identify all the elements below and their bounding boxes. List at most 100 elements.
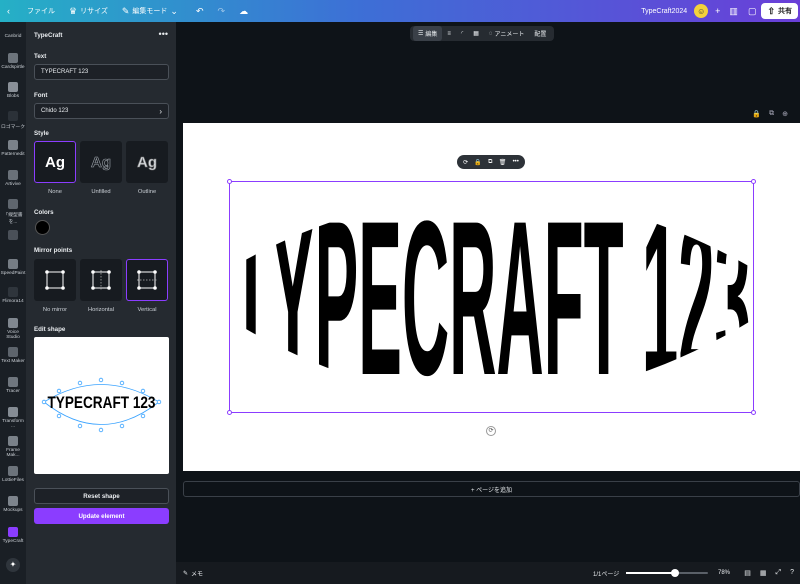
rail-item-text-maker[interactable]: Text Maker	[0, 347, 26, 364]
font-label: Font	[34, 92, 48, 99]
grid-view-icon[interactable]: ▤	[744, 569, 751, 577]
add-collaborator-button[interactable]: +	[711, 0, 724, 22]
style-none-caption: None	[48, 189, 62, 195]
canvas-workspace: ☰ 編集 ≡ ◜ ▦ ◌ アニメート 配置 🔒 ⧉ ⊕ ⟳ 🔒 ⧉ 🗑 ••• TY…	[176, 22, 800, 584]
resize-handle-bl[interactable]	[227, 410, 232, 415]
insights-button[interactable]: ▥	[724, 0, 743, 22]
color-swatch[interactable]	[35, 220, 50, 235]
cloud-save-status[interactable]: ☁	[232, 0, 255, 22]
mirror-vertical-card[interactable]	[126, 259, 168, 301]
resize-menu[interactable]: ♛ リサイズ	[62, 0, 115, 22]
rail-item-logomark[interactable]: ロゴマーク	[0, 111, 26, 130]
edit-shape-preview[interactable]: TYPECRAFT 123	[34, 337, 169, 474]
rail-item-canbrid[interactable]: Canbrid	[0, 34, 26, 39]
rotate-handle[interactable]: ⟳	[486, 426, 496, 436]
resize-handle-br[interactable]	[751, 410, 756, 415]
zoom-slider[interactable]	[626, 569, 708, 577]
redo-icon: ↷	[217, 5, 226, 16]
help-icon[interactable]: ?	[790, 569, 794, 577]
page-grid-icon[interactable]: ▦	[760, 569, 767, 577]
rail-item-transform[interactable]: Transform ...	[0, 407, 26, 429]
view-controls: ▤ ▦ ⤢ ?	[744, 569, 794, 577]
zoom-level[interactable]: 78%	[718, 570, 730, 576]
app-icon	[8, 199, 18, 209]
page-count[interactable]: 1/1ページ	[593, 569, 619, 578]
app-icon	[8, 140, 18, 150]
copy-icon[interactable]: ⧉	[488, 159, 492, 166]
more-options-icon[interactable]: •••	[159, 29, 168, 39]
file-menu[interactable]: ファイル	[20, 0, 62, 22]
redo-button[interactable]: ↷	[211, 0, 233, 22]
style-outline-card[interactable]: Ag	[126, 141, 168, 183]
rail-item-tracer[interactable]: Tracer	[0, 377, 26, 394]
selection-box	[227, 179, 756, 415]
rotate-icon[interactable]: ⟳	[463, 159, 468, 166]
arrange-button[interactable]: 配置	[529, 26, 551, 41]
rail-item-mockups[interactable]: Mockups	[0, 496, 26, 513]
update-element-button[interactable]: Update element	[34, 508, 169, 524]
app-icon	[8, 466, 18, 476]
bottom-bar: ✎ メモ 1/1ページ 78% ▤ ▦ ⤢ ?	[176, 562, 800, 584]
duplicate-page-icon[interactable]: ⧉	[769, 110, 774, 118]
reset-shape-button[interactable]: Reset shape	[34, 488, 169, 504]
add-page-button[interactable]: + ページを追加	[183, 481, 800, 497]
chevron-right-icon: ›	[159, 106, 162, 116]
app-icon	[8, 53, 18, 63]
rail-item-speedpaint[interactable]: SpeedPaint	[0, 259, 26, 276]
colors-label: Colors	[34, 209, 54, 216]
rail-item-blank[interactable]	[0, 230, 26, 242]
chevron-down-icon: ⌄	[170, 5, 178, 16]
share-button[interactable]: ⇧ 共有	[761, 3, 798, 19]
notes-button[interactable]: ✎ メモ	[183, 569, 203, 578]
magic-button[interactable]: ✦	[0, 558, 26, 572]
more-icon[interactable]: •••	[513, 159, 519, 165]
shape-editor-canvas[interactable]: TYPECRAFT 123	[34, 337, 169, 474]
rail-item-frame-maker[interactable]: Frame Mak...	[0, 436, 26, 458]
style-unfilled-card[interactable]: Ag	[80, 141, 122, 183]
mirror-none-card[interactable]	[34, 259, 76, 301]
rail-item-patternedit[interactable]: Patternedit	[0, 140, 26, 157]
zoom-slider-fill	[626, 572, 676, 574]
edit-mode-menu[interactable]: ✎ 編集モード ⌄	[115, 0, 185, 22]
app-icon	[8, 436, 18, 446]
comments-button[interactable]: ▢	[743, 0, 762, 22]
trash-icon[interactable]: 🗑	[499, 159, 507, 166]
text-input[interactable]: TYPECRAFT 123	[34, 64, 169, 80]
doc-title[interactable]: TypeCraft2024	[634, 0, 694, 22]
undo-button[interactable]: ↶	[189, 0, 211, 22]
app-icon	[8, 259, 18, 269]
style-none-card[interactable]: Ag	[34, 141, 76, 183]
sliders-icon: ☰	[418, 31, 424, 37]
undo-icon: ↶	[195, 5, 204, 16]
rail-item-artivive[interactable]: Artivive	[0, 170, 26, 187]
transparency-button[interactable]: ▦	[468, 26, 484, 41]
mirror-horizontal-card[interactable]	[80, 259, 122, 301]
resize-handle-tl[interactable]	[227, 179, 232, 184]
rail-item-blobs[interactable]: Blobs	[0, 82, 26, 99]
plus-icon: +	[715, 5, 721, 16]
animate-button[interactable]: ◌ アニメート	[484, 26, 529, 41]
element-floating-toolbar: ⟳ 🔒 ⧉ 🗑 •••	[457, 155, 525, 169]
typecraft-panel: TypeCraft ••• Text TYPECRAFT 123 Font Ch…	[26, 22, 176, 584]
rail-item-voice-studio[interactable]: Voice Studio	[0, 318, 26, 340]
rail-item-vertical-writing[interactable]: 「縦型書を...	[0, 199, 26, 225]
lock-icon[interactable]: 🔒	[474, 159, 481, 166]
home-button[interactable]: ‹	[0, 0, 20, 22]
rail-item-typecraft[interactable]: TypeCraft	[0, 527, 26, 544]
app-icon	[8, 170, 18, 180]
panel-title: TypeCraft	[34, 32, 63, 39]
zoom-slider-knob[interactable]	[671, 569, 680, 577]
rail-item-lottiefiles[interactable]: LottieFiles	[0, 466, 26, 483]
font-selector[interactable]: Chido 123 ›	[34, 103, 169, 119]
rail-item-flimora[interactable]: Flimora14	[0, 287, 26, 304]
rail-item-cardspirtle[interactable]: Cardspirtle	[0, 53, 26, 70]
resize-handle-tr[interactable]	[751, 179, 756, 184]
line-weight-button[interactable]: ≡	[442, 26, 456, 41]
edit-tool-button[interactable]: ☰ 編集	[413, 26, 443, 41]
corner-rounding-button[interactable]: ◜	[456, 26, 468, 41]
avatar[interactable]: ☺	[694, 4, 709, 18]
lock-icon[interactable]: 🔒	[752, 110, 761, 118]
add-page-icon[interactable]: ⊕	[782, 110, 788, 118]
fullscreen-icon[interactable]: ⤢	[775, 569, 781, 577]
app-icon	[8, 347, 18, 357]
